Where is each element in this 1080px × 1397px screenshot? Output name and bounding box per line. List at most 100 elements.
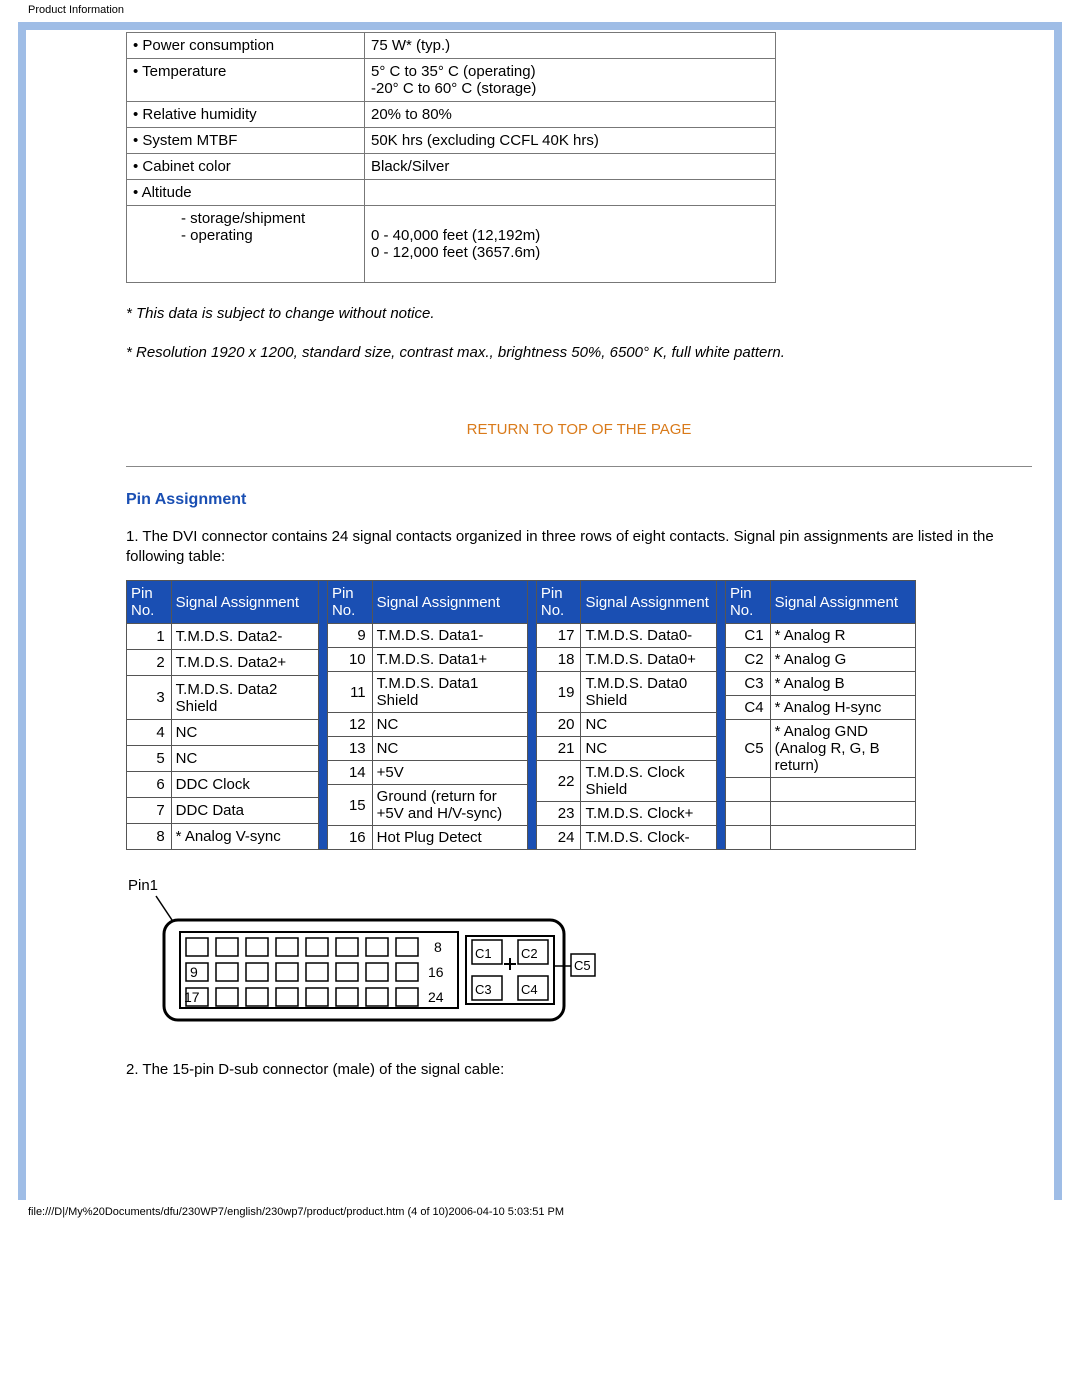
pin-table-3: PinNo.Signal Assignment17T.M.D.S. Data0-… xyxy=(536,580,717,850)
spec-label: • Cabinet color xyxy=(127,154,365,180)
pin-row xyxy=(725,802,915,826)
pin-number: 24 xyxy=(536,826,581,850)
pin-row: C5* Analog GND (Analog R, G, B return) xyxy=(725,720,915,778)
pin-number: 21 xyxy=(536,737,581,761)
pin-signal: T.M.D.S. Clock- xyxy=(581,826,717,850)
pin-signal: T.M.D.S. Data0 Shield xyxy=(581,672,717,713)
pin-row: 16Hot Plug Detect xyxy=(327,826,527,850)
pin-number xyxy=(725,826,770,850)
pin-number: 15 xyxy=(327,785,372,826)
pin-signal xyxy=(770,778,915,802)
pin-signal: DDC Data xyxy=(171,798,318,824)
svg-text:C2: C2 xyxy=(521,946,538,961)
pin-header-pinno: PinNo. xyxy=(327,581,372,624)
pin-signal: T.M.D.S. Clock+ xyxy=(581,802,717,826)
pin-table-spacer xyxy=(319,580,327,850)
pin-row: 19T.M.D.S. Data0 Shield xyxy=(536,672,716,713)
pin-intro-text: 1. The DVI connector contains 24 signal … xyxy=(126,527,1032,566)
spec-row: • Altitude xyxy=(127,180,776,206)
pin-number: 13 xyxy=(327,737,372,761)
pin-signal: T.M.D.S. Data0- xyxy=(581,624,717,648)
pin-header-signal: Signal Assignment xyxy=(770,581,915,624)
pin-signal: Hot Plug Detect xyxy=(372,826,527,850)
pin-signal: NC xyxy=(372,713,527,737)
pin-number: 14 xyxy=(327,761,372,785)
page-header-title: Product Information xyxy=(0,0,1080,16)
pin-row: 18T.M.D.S. Data0+ xyxy=(536,648,716,672)
pin-row: 13NC xyxy=(327,737,527,761)
pin-number: 22 xyxy=(536,761,581,802)
pin-row: 8* Analog V-sync xyxy=(127,823,319,849)
svg-text:C5: C5 xyxy=(574,958,591,973)
pin-number: 10 xyxy=(327,648,372,672)
pin-table-4: PinNo.Signal AssignmentC1* Analog RC2* A… xyxy=(725,580,916,850)
pin-signal: +5V xyxy=(372,761,527,785)
pin-number: 7 xyxy=(127,798,172,824)
pin-row: 6DDC Clock xyxy=(127,772,319,798)
pin-table-2: PinNo.Signal Assignment9T.M.D.S. Data1-1… xyxy=(327,580,528,850)
pin-row: 9T.M.D.S. Data1- xyxy=(327,624,527,648)
pin-row xyxy=(725,826,915,850)
diagram-pin1-label: Pin1 xyxy=(128,878,158,894)
spec-row-altitude-detail: - storage/shipment- operating0 - 40,000 … xyxy=(127,206,776,283)
pin-table-spacer xyxy=(528,580,536,850)
pin-row: 21NC xyxy=(536,737,716,761)
pin-signal: * Analog G xyxy=(770,648,915,672)
svg-text:8: 8 xyxy=(434,939,442,955)
pin-row: 1T.M.D.S. Data2- xyxy=(127,624,319,650)
pin-number: C1 xyxy=(725,624,770,648)
pin-row: 5NC xyxy=(127,746,319,772)
spec-sublabel: - storage/shipment- operating xyxy=(127,206,365,283)
pin-header-pinno: PinNo. xyxy=(127,581,172,624)
spec-value xyxy=(365,180,776,206)
pin-row: 15Ground (return for +5V and H/V-sync) xyxy=(327,785,527,826)
pin-signal: NC xyxy=(372,737,527,761)
pin-row: 11T.M.D.S. Data1 Shield xyxy=(327,672,527,713)
pin-number: 16 xyxy=(327,826,372,850)
spec-row: • System MTBF50K hrs (excluding CCFL 40K… xyxy=(127,128,776,154)
pin-signal: T.M.D.S. Clock Shield xyxy=(581,761,717,802)
pin-signal: * Analog V-sync xyxy=(171,823,318,849)
pin-assignment-heading: Pin Assignment xyxy=(126,491,1032,509)
spec-label: • Temperature xyxy=(127,59,365,102)
pin-number: C2 xyxy=(725,648,770,672)
pin-number: 9 xyxy=(327,624,372,648)
spec-value: 5° C to 35° C (operating)-20° C to 60° C… xyxy=(365,59,776,102)
pin-signal: T.M.D.S. Data2- xyxy=(171,624,318,650)
pin-number: 12 xyxy=(327,713,372,737)
pin-number: 6 xyxy=(127,772,172,798)
pin-header-pinno: PinNo. xyxy=(536,581,581,624)
return-to-top-link[interactable]: RETURN TO TOP OF THE PAGE xyxy=(126,421,1032,438)
pin-row: C2* Analog G xyxy=(725,648,915,672)
pin-number: 1 xyxy=(127,624,172,650)
pin-signal: T.M.D.S. Data0+ xyxy=(581,648,717,672)
pin-number: 3 xyxy=(127,675,172,719)
pin-signal: T.M.D.S. Data1- xyxy=(372,624,527,648)
pin-signal: Ground (return for +5V and H/V-sync) xyxy=(372,785,527,826)
pin-row: C4* Analog H-sync xyxy=(725,696,915,720)
pin-signal xyxy=(770,826,915,850)
pin-row: 4NC xyxy=(127,720,319,746)
pin-signal: NC xyxy=(581,737,717,761)
dvi-connector-diagram: Pin1 8 16 24 9 17 xyxy=(126,878,1032,1042)
pin-number: 2 xyxy=(127,649,172,675)
pin-signal xyxy=(770,802,915,826)
svg-text:C4: C4 xyxy=(521,982,538,997)
spec-row: • Relative humidity20% to 80% xyxy=(127,102,776,128)
pin-number: C5 xyxy=(725,720,770,778)
pin-number: 8 xyxy=(127,823,172,849)
pin-row: C3* Analog B xyxy=(725,672,915,696)
pin-table-spacer xyxy=(717,580,725,850)
svg-text:C3: C3 xyxy=(475,982,492,997)
pin-signal: NC xyxy=(171,746,318,772)
notes-block: * This data is subject to change without… xyxy=(126,305,1032,361)
spec-row: • Temperature5° C to 35° C (operating)-2… xyxy=(127,59,776,102)
pin-number xyxy=(725,778,770,802)
svg-text:17: 17 xyxy=(184,989,200,1005)
pin-row: 22T.M.D.S. Clock Shield xyxy=(536,761,716,802)
spec-value: 75 W* (typ.) xyxy=(365,33,776,59)
pin-number: C3 xyxy=(725,672,770,696)
spec-label: • Power consumption xyxy=(127,33,365,59)
dsub-intro-text: 2. The 15-pin D-sub connector (male) of … xyxy=(126,1060,1032,1080)
spec-label: • Altitude xyxy=(127,180,365,206)
